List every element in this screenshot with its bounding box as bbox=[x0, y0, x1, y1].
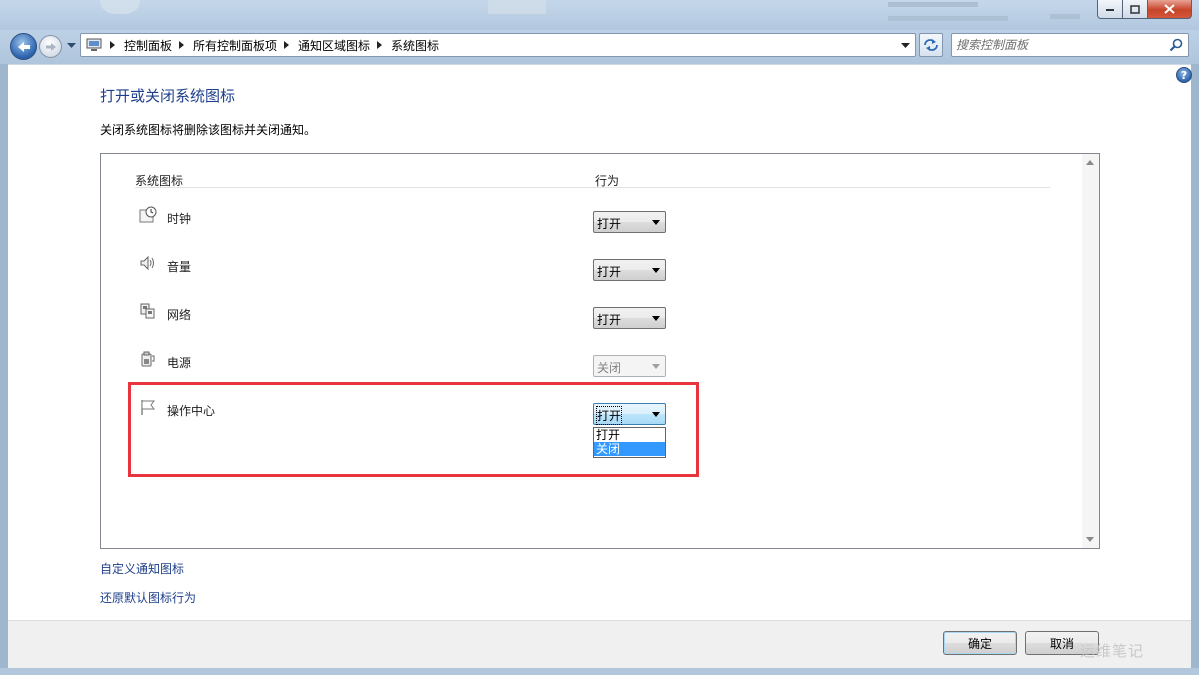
chevron-down-icon bbox=[652, 316, 660, 321]
minimize-icon bbox=[1106, 9, 1114, 11]
watermark-text: 运维笔记 bbox=[1080, 642, 1145, 660]
power-icon bbox=[141, 351, 155, 367]
background-ghost bbox=[888, 2, 978, 7]
window-titlebar bbox=[0, 0, 1199, 30]
content-area: ? 打开或关闭系统图标 关闭系统图标将删除该图标并关闭通知。 系统图标 行为 时… bbox=[8, 64, 1192, 620]
chevron-down-icon bbox=[652, 364, 660, 369]
breadcrumb-separator-icon[interactable] bbox=[110, 39, 118, 51]
maximize-button[interactable] bbox=[1123, 0, 1148, 19]
restore-default-behavior-link[interactable]: 还原默认图标行为 bbox=[100, 589, 196, 606]
breadcrumb-item[interactable]: 通知区域图标 bbox=[298, 37, 370, 54]
selected-value: 打开 bbox=[597, 265, 622, 279]
volume-icon bbox=[140, 255, 154, 271]
page-title: 打开或关闭系统图标 bbox=[100, 87, 236, 105]
breadcrumb-separator-icon[interactable] bbox=[179, 39, 187, 51]
clock-icon bbox=[139, 206, 157, 223]
background-ghost bbox=[888, 16, 1008, 21]
window-bottom-border bbox=[0, 668, 1199, 675]
close-button[interactable] bbox=[1148, 0, 1192, 19]
recent-pages-button[interactable] bbox=[65, 39, 77, 53]
close-icon bbox=[1164, 4, 1175, 14]
forward-arrow-icon bbox=[45, 42, 56, 51]
row-label-volume: 音量 bbox=[167, 260, 192, 274]
behavior-select-clock[interactable]: 打开 bbox=[593, 211, 666, 233]
breadcrumb-item[interactable]: 控制面板 bbox=[124, 37, 172, 54]
background-ghost bbox=[488, 0, 546, 14]
address-bar[interactable]: 控制面板 所有控制面板项 通知区域图标 系统图标 bbox=[80, 33, 916, 57]
scroll-down-icon[interactable] bbox=[1086, 537, 1094, 542]
background-ghost bbox=[1050, 14, 1080, 19]
selected-value: 打开 bbox=[597, 217, 622, 231]
selected-value: 关闭 bbox=[597, 361, 622, 375]
behavior-select-volume[interactable]: 打开 bbox=[593, 259, 666, 281]
bottom-button-bar: 确定 取消 bbox=[8, 620, 1191, 668]
system-icons-list: 系统图标 行为 时钟 打开 音量 打开 网络 打开 电源 关闭 操作中心 打开 … bbox=[100, 153, 1100, 549]
search-input[interactable] bbox=[956, 37, 1156, 53]
breadcrumb-separator-icon[interactable] bbox=[284, 39, 292, 51]
breadcrumb-item[interactable]: 所有控制面板项 bbox=[193, 37, 277, 54]
chevron-down-icon bbox=[652, 220, 660, 225]
ok-button[interactable]: 确定 bbox=[943, 631, 1017, 655]
address-dropdown-button[interactable] bbox=[899, 40, 911, 52]
help-icon[interactable]: ? bbox=[1176, 67, 1192, 83]
row-label-power: 电源 bbox=[167, 356, 192, 370]
selected-value: 打开 bbox=[597, 313, 622, 327]
chevron-down-icon bbox=[652, 268, 660, 273]
background-ghost bbox=[100, 0, 140, 14]
breadcrumb-separator-icon[interactable] bbox=[377, 39, 385, 51]
back-button[interactable] bbox=[10, 33, 37, 60]
refresh-icon bbox=[924, 39, 938, 51]
chevron-down-icon bbox=[900, 43, 910, 48]
scroll-up-icon[interactable] bbox=[1086, 160, 1094, 165]
row-label-network: 网络 bbox=[167, 308, 192, 322]
forward-button[interactable] bbox=[39, 35, 62, 58]
minimize-button[interactable] bbox=[1097, 0, 1123, 19]
caption-buttons bbox=[1097, 0, 1192, 19]
vertical-scrollbar[interactable] bbox=[1082, 154, 1099, 548]
chevron-down-icon bbox=[66, 43, 76, 48]
maximize-icon bbox=[1130, 4, 1140, 14]
refresh-button[interactable] bbox=[919, 33, 943, 57]
highlight-annotation bbox=[128, 382, 699, 477]
customize-notification-icons-link[interactable]: 自定义通知图标 bbox=[100, 560, 184, 577]
row-label-clock: 时钟 bbox=[167, 212, 192, 226]
page-description: 关闭系统图标将删除该图标并关闭通知。 bbox=[100, 123, 317, 137]
behavior-select-network[interactable]: 打开 bbox=[593, 307, 666, 329]
back-arrow-icon bbox=[17, 41, 30, 52]
computer-icon bbox=[85, 37, 103, 53]
behavior-select-power[interactable]: 关闭 bbox=[593, 355, 666, 377]
header-divider bbox=[135, 187, 1050, 188]
search-box[interactable] bbox=[951, 33, 1189, 57]
navigation-bar: 控制面板 所有控制面板项 通知区域图标 系统图标 bbox=[0, 30, 1199, 64]
search-icon[interactable] bbox=[1169, 38, 1183, 52]
breadcrumb-item[interactable]: 系统图标 bbox=[391, 37, 439, 54]
network-icon bbox=[140, 303, 155, 319]
